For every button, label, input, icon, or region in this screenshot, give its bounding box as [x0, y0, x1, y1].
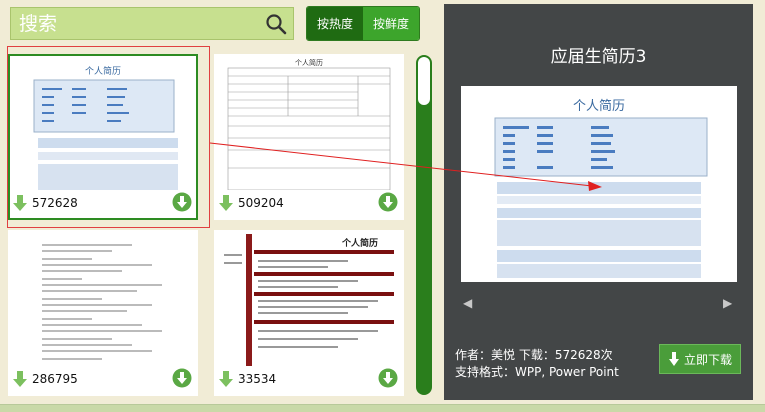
download-icon[interactable]	[378, 368, 398, 388]
scrollbar[interactable]	[416, 55, 432, 395]
download-now-button[interactable]: 立即下载	[659, 344, 741, 374]
preview-doc-heading: 个人简历	[573, 98, 625, 114]
download-count: 286795	[32, 372, 78, 386]
resume-thumbnail[interactable]: 个人简历	[218, 234, 400, 366]
sort-toggle: 按热度 按鲜度	[306, 6, 420, 41]
selection-highlight	[7, 46, 210, 228]
bottom-border	[0, 404, 765, 412]
thumb-title: 个人简历	[295, 58, 323, 67]
thumb-title: 个人简历	[341, 237, 378, 249]
arrow-down-icon	[13, 371, 27, 387]
next-arrow-icon[interactable]: ▶	[723, 296, 732, 310]
preview-title: 应届生简历3	[550, 47, 647, 67]
download-arrow-icon	[668, 352, 679, 366]
search-icon[interactable]	[265, 13, 287, 35]
search-box[interactable]	[10, 7, 294, 40]
preview-panel: 应届生简历3 个人简历 ◀ ▶ 作者：美悦 下载：572628次 支持格式：WP…	[444, 4, 753, 400]
resume-card[interactable]: 个人简历 33534	[214, 230, 404, 396]
preview-document: 个人简历	[461, 86, 737, 282]
scrollbar-thumb[interactable]	[418, 57, 430, 105]
resume-card[interactable]: 286795	[8, 230, 198, 396]
prev-arrow-icon[interactable]: ◀	[463, 296, 472, 310]
download-icon[interactable]	[378, 192, 398, 212]
author-info: 作者：美悦 下载：572628次	[455, 348, 613, 362]
download-icon[interactable]	[172, 368, 192, 388]
search-input[interactable]	[11, 8, 251, 39]
format-info: 支持格式：WPP, Power Point	[455, 365, 619, 379]
resume-thumbnail[interactable]: 个人简历	[218, 58, 400, 190]
arrow-down-icon	[219, 195, 233, 211]
sort-by-hot-button[interactable]: 按热度	[307, 7, 363, 40]
sort-by-fresh-button[interactable]: 按鲜度	[363, 7, 419, 40]
download-now-label: 立即下载	[683, 352, 732, 367]
download-count: 509204	[238, 196, 284, 210]
arrow-down-icon	[219, 371, 233, 387]
download-count: 33534	[238, 372, 277, 386]
resume-card[interactable]: 个人简历 509204	[214, 54, 404, 220]
resume-thumbnail[interactable]	[12, 234, 194, 366]
